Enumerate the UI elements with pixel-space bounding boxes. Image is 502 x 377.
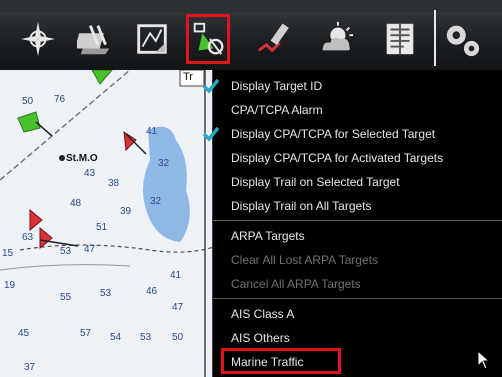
- depth-sounding: 53: [140, 332, 152, 343]
- chart-drawing: [0, 70, 220, 377]
- nautical-chart[interactable]: 50 76 41 32 43 38 48 39 32 63 51 53 47 1…: [0, 70, 220, 377]
- depth-sounding: 53: [100, 288, 112, 299]
- checkmark-icon: [202, 78, 220, 94]
- depth-sounding: 50: [172, 332, 184, 343]
- route-pen-icon: [257, 23, 289, 53]
- menu-item-cpa-activated[interactable]: Display CPA/TCPA for Activated Targets: [213, 146, 502, 170]
- menu-item-label: ARPA Targets: [231, 229, 305, 243]
- depth-sounding: 41: [146, 126, 158, 137]
- depth-sounding: 37: [24, 362, 36, 373]
- depth-sounding: 32: [158, 158, 170, 169]
- menu-item-label: Clear All Lost ARPA Targets: [231, 253, 378, 267]
- weather-button[interactable]: [314, 14, 358, 64]
- depth-sounding: 76: [54, 94, 66, 105]
- marine-traffic-highlight: [221, 348, 341, 374]
- menu-item-label: Display CPA/TCPA for Activated Targets: [231, 151, 444, 165]
- depth-sounding: 32: [150, 196, 162, 207]
- notes-icon: [386, 23, 414, 55]
- depth-sounding: 41: [170, 270, 182, 281]
- depth-sounding: 54: [110, 332, 122, 343]
- weather-icon: [322, 21, 354, 51]
- menu-item-label: AIS Class A: [231, 307, 295, 321]
- menu-item-label: AIS Others: [231, 331, 290, 345]
- target-options-menu: Display Target ID CPA/TCPA Alarm Display…: [202, 70, 502, 377]
- target-ais-button[interactable]: [186, 14, 230, 64]
- chart-layers-icon: [137, 24, 167, 54]
- menu-item-label: CPA/TCPA Alarm: [231, 103, 323, 117]
- settings-gears-icon: [446, 25, 480, 57]
- toolbar-top-strip: [0, 0, 502, 12]
- toolbar-separator: [434, 10, 436, 66]
- place-label: St.M.O: [66, 153, 98, 164]
- menu-item-ais-others[interactable]: AIS Others: [213, 326, 502, 350]
- menu-item-ais-class-a[interactable]: AIS Class A: [213, 302, 502, 326]
- depth-sounding: 43: [84, 168, 96, 179]
- menu-item-label: Display CPA/TCPA for Selected Target: [231, 127, 436, 141]
- compass-rose-button[interactable]: [16, 14, 60, 64]
- depth-sounding: 19: [4, 280, 16, 291]
- target-ais-icon: [193, 22, 224, 55]
- depth-sounding: 55: [60, 292, 72, 303]
- depth-sounding: 39: [120, 206, 132, 217]
- menu-item-cpa-tcpa-alarm[interactable]: CPA/TCPA Alarm: [213, 98, 502, 122]
- settings-gears-button[interactable]: [440, 14, 484, 64]
- depth-sounding: 47: [172, 302, 184, 313]
- main-toolbar: [0, 0, 502, 70]
- menu-item-label: Display Trail on Selected Target: [231, 175, 400, 189]
- route-pen-button[interactable]: [252, 14, 296, 64]
- depth-sounding: 46: [146, 286, 158, 297]
- mouse-cursor-icon: [477, 350, 491, 370]
- menu-item-display-target-id[interactable]: Display Target ID: [202, 74, 502, 98]
- depth-sounding: 48: [70, 198, 82, 209]
- depth-sounding: 53: [60, 246, 72, 257]
- menu-item-trail-all[interactable]: Display Trail on All Targets: [213, 194, 502, 218]
- menu-item-cancel-arpa: Cancel All ARPA Targets: [213, 272, 502, 296]
- depth-sounding: 50: [22, 96, 34, 107]
- menu-item-label: Display Target ID: [231, 79, 323, 93]
- notes-button[interactable]: [378, 14, 422, 64]
- tide-current-button[interactable]: [74, 14, 118, 64]
- depth-sounding: 63: [22, 232, 34, 243]
- menu-divider: [213, 220, 502, 221]
- depth-sounding: 57: [80, 328, 92, 339]
- menu-item-label: Display Trail on All Targets: [231, 199, 372, 213]
- menu-divider: [213, 298, 502, 299]
- menu-item-arpa-targets[interactable]: ARPA Targets: [213, 224, 502, 248]
- menu-item-clear-lost-arpa: Clear All Lost ARPA Targets: [213, 248, 502, 272]
- menu-item-trail-selected[interactable]: Display Trail on Selected Target: [213, 170, 502, 194]
- chart-badge-label: Tr: [183, 71, 193, 83]
- chart-layers-button[interactable]: [130, 14, 174, 64]
- depth-sounding: 47: [84, 244, 96, 255]
- checkmark-icon: [202, 126, 220, 142]
- menu-item-label: Cancel All ARPA Targets: [231, 277, 361, 291]
- compass-rose-icon: [20, 21, 56, 57]
- depth-sounding: 15: [2, 248, 14, 259]
- menu-item-cpa-selected[interactable]: Display CPA/TCPA for Selected Target: [202, 122, 502, 146]
- depth-sounding: 45: [18, 328, 30, 339]
- depth-sounding: 51: [96, 222, 108, 233]
- tide-current-icon: [77, 25, 110, 55]
- depth-sounding: 38: [108, 178, 120, 189]
